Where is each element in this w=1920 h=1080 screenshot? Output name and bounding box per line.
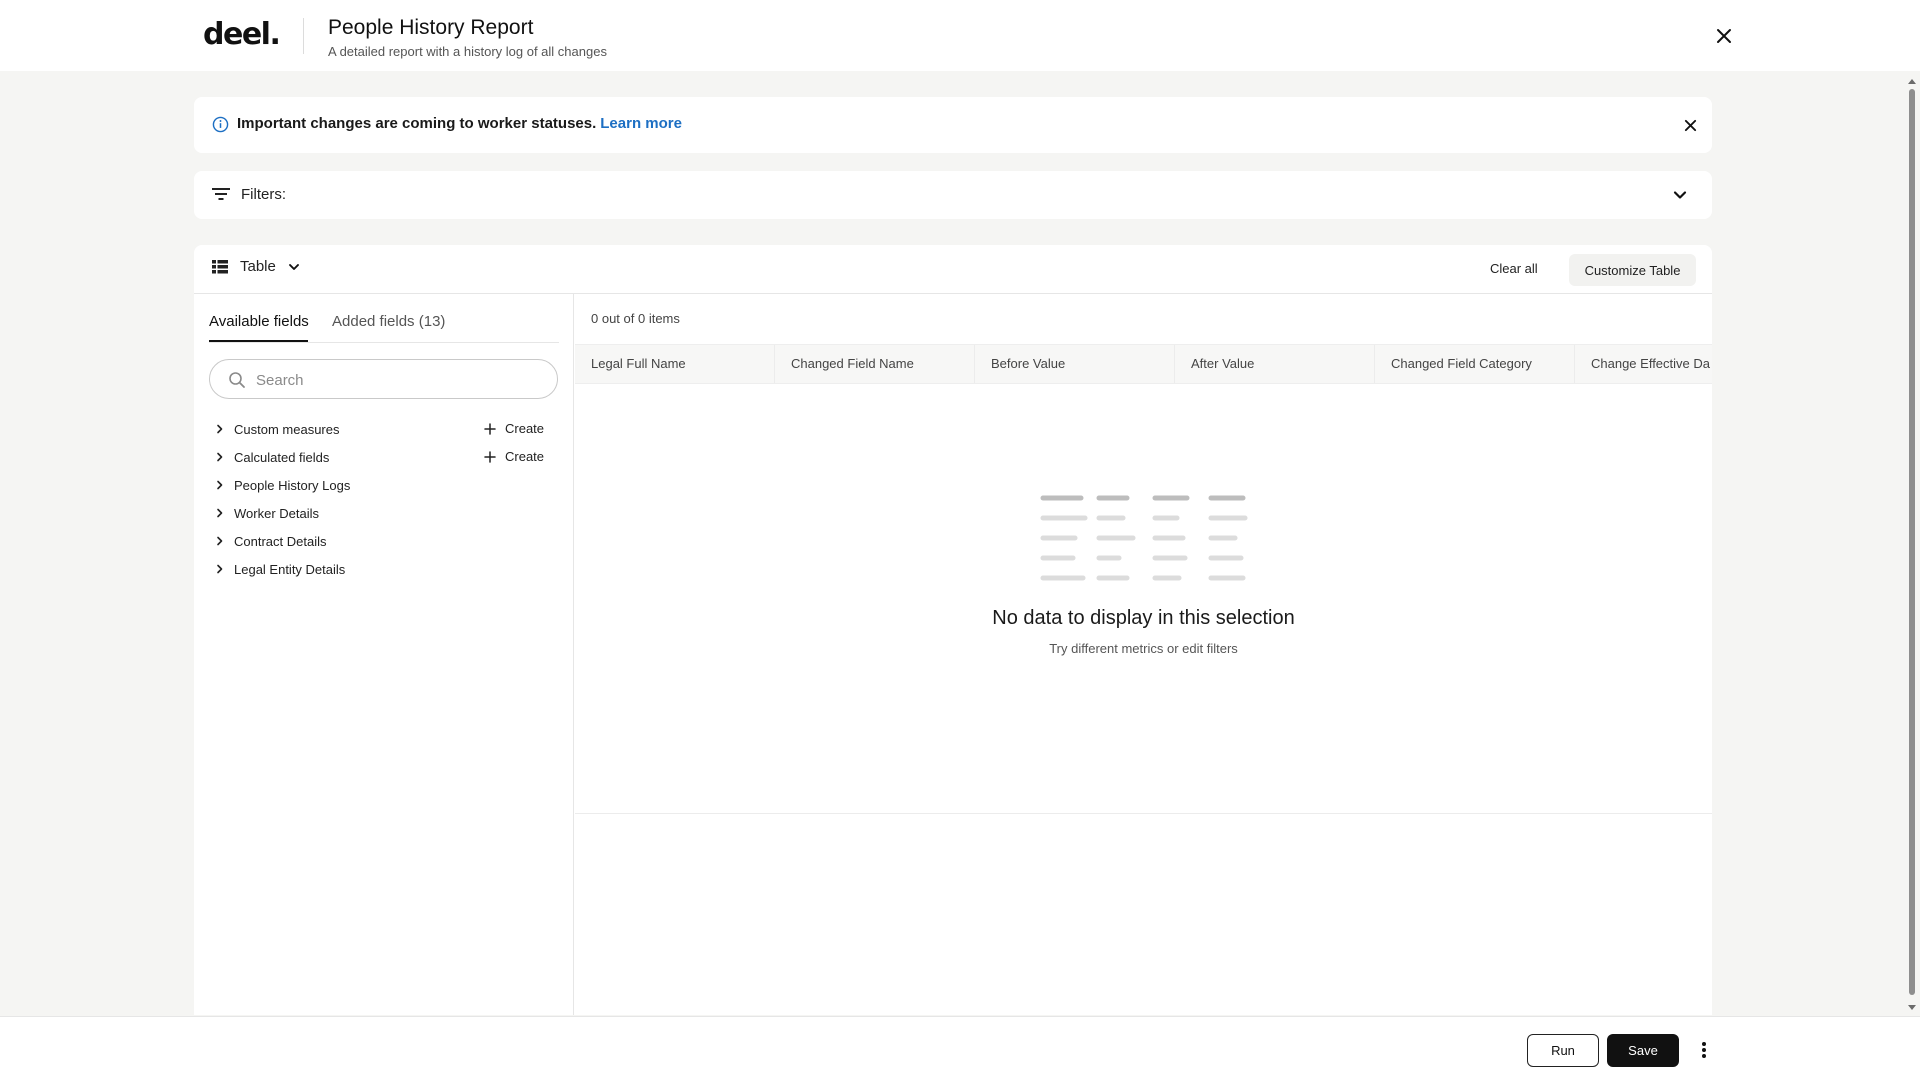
field-group-label: Legal Entity Details — [234, 561, 346, 577]
info-icon — [212, 116, 229, 133]
field-search[interactable] — [209, 359, 558, 399]
view-type-selector[interactable]: Table — [212, 258, 302, 275]
chevron-right-icon — [214, 451, 228, 463]
field-group-custom-measures[interactable]: Custom measures Create — [214, 415, 564, 443]
search-input[interactable] — [256, 369, 546, 391]
header-divider — [303, 18, 304, 54]
chevron-down-icon[interactable] — [1670, 185, 1690, 205]
create-custom-measure-button[interactable]: Create — [484, 421, 544, 436]
field-group-label: Contract Details — [234, 533, 327, 549]
column-header-changed-field-category[interactable]: Changed Field Category — [1375, 345, 1575, 383]
search-icon — [229, 372, 245, 388]
field-group-label: Custom measures — [234, 421, 340, 437]
info-banner: Important changes are coming to worker s… — [194, 97, 1712, 153]
column-header-before-value[interactable]: Before Value — [975, 345, 1175, 383]
scrollbar-thumb[interactable] — [1909, 89, 1915, 995]
chevron-right-icon — [214, 535, 228, 547]
clear-all-button[interactable]: Clear all — [1490, 261, 1538, 276]
chevron-right-icon — [214, 507, 228, 519]
close-icon — [1717, 29, 1731, 43]
close-icon — [1684, 119, 1696, 131]
table-header: Legal Full Name Changed Field Name Befor… — [575, 344, 1712, 384]
results-pane: 0 out of 0 items Legal Full Name Changed… — [575, 294, 1712, 1015]
item-count: 0 out of 0 items — [591, 311, 680, 326]
filters-label: Filters: — [241, 186, 286, 203]
column-header-change-effective-date[interactable]: Change Effective Da — [1575, 345, 1712, 383]
empty-state-subtitle: Try different metrics or edit filters — [1049, 641, 1238, 656]
banner-message: Important changes are coming to worker s… — [237, 115, 682, 132]
create-calculated-field-button[interactable]: Create — [484, 449, 544, 464]
report-builder-panel: Table Clear all Customize Table Availabl… — [194, 245, 1712, 1065]
field-group-people-history-logs[interactable]: People History Logs — [214, 471, 564, 499]
view-type-label: Table — [240, 258, 276, 275]
customize-table-button[interactable]: Customize Table — [1569, 254, 1696, 286]
create-label: Create — [505, 449, 545, 464]
more-options-button[interactable] — [1693, 1036, 1715, 1064]
run-button[interactable]: Run — [1527, 1034, 1599, 1067]
table-icon — [212, 259, 228, 273]
scroll-up-arrow-icon[interactable] — [1907, 77, 1917, 85]
field-group-label: People History Logs — [234, 477, 351, 493]
fields-tabs: Available fields Added fields (13) — [209, 294, 559, 343]
empty-state: No data to display in this selection Try… — [575, 494, 1712, 656]
field-group-calculated-fields[interactable]: Calculated fields Create — [214, 443, 564, 471]
fields-panel: Available fields Added fields (13) Custo… — [194, 294, 574, 1065]
field-group-legal-entity-details[interactable]: Legal Entity Details — [214, 555, 564, 583]
banner-close-button[interactable] — [1680, 115, 1700, 135]
results-table-card: 0 out of 0 items Legal Full Name Changed… — [575, 294, 1712, 814]
field-group-label: Calculated fields — [234, 449, 330, 465]
plus-icon — [484, 450, 496, 463]
plus-icon — [484, 422, 496, 435]
chevron-right-icon — [214, 563, 228, 575]
chevron-right-icon — [214, 479, 228, 491]
field-group-label: Worker Details — [234, 505, 320, 521]
close-report-button[interactable] — [1710, 22, 1738, 50]
page-scrollbar[interactable] — [1903, 71, 1920, 1016]
save-button[interactable]: Save — [1607, 1034, 1679, 1067]
filter-icon — [212, 188, 230, 200]
chevron-down-icon — [288, 263, 299, 270]
column-header-changed-field-name[interactable]: Changed Field Name — [775, 345, 975, 383]
deel-logo[interactable]: deel. — [203, 17, 281, 52]
top-bar: deel. People History Report A detailed r… — [0, 0, 1920, 71]
column-header-legal-full-name[interactable]: Legal Full Name — [575, 345, 775, 383]
active-tab-indicator — [209, 340, 308, 342]
banner-message-text: Important changes are coming to worker s… — [237, 115, 597, 132]
filters-bar[interactable]: Filters: — [194, 171, 1712, 219]
empty-state-title: No data to display in this selection — [992, 607, 1295, 629]
empty-table-illustration — [1040, 495, 1247, 581]
tab-available-fields[interactable]: Available fields — [209, 313, 309, 330]
report-toolbar: Table Clear all Customize Table — [194, 245, 1712, 294]
column-header-after-value[interactable]: After Value — [1175, 345, 1375, 383]
scroll-down-arrow-icon[interactable] — [1907, 1004, 1917, 1012]
more-vertical-icon — [1702, 1042, 1706, 1058]
tab-added-fields[interactable]: Added fields (13) — [332, 313, 445, 330]
field-group-list: Custom measures Create Calculated fields… — [214, 415, 564, 583]
page-subtitle: A detailed report with a history log of … — [328, 44, 607, 59]
learn-more-link[interactable]: Learn more — [600, 115, 682, 132]
field-group-worker-details[interactable]: Worker Details — [214, 499, 564, 527]
footer-bar: Run Save — [0, 1016, 1920, 1080]
chevron-right-icon — [214, 423, 228, 435]
page-title: People History Report — [328, 16, 534, 39]
field-group-contract-details[interactable]: Contract Details — [214, 527, 564, 555]
create-label: Create — [505, 421, 545, 436]
